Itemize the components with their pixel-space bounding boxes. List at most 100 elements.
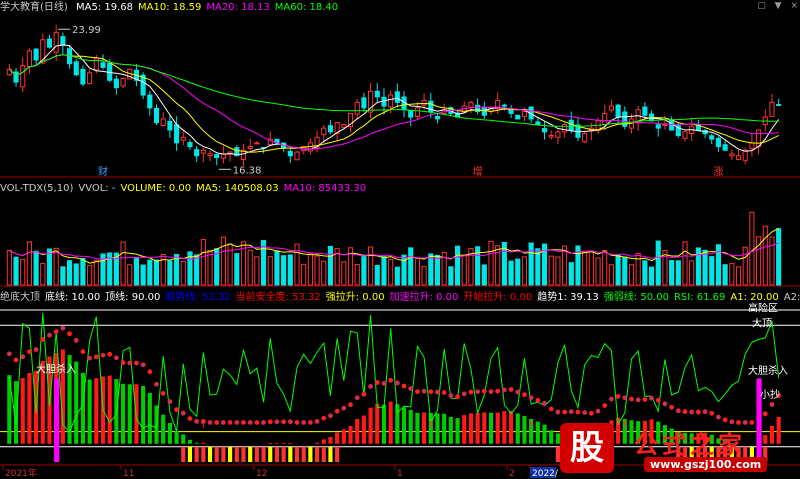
trend-dot bbox=[401, 383, 407, 389]
trend-dot-core bbox=[61, 327, 64, 330]
safety-bar bbox=[361, 415, 366, 444]
safety-bar bbox=[107, 375, 112, 444]
trend-dot-core bbox=[48, 334, 51, 337]
trend-dot-core bbox=[556, 411, 559, 414]
indicator-label-item-1: 底线: 10.00 bbox=[45, 292, 101, 303]
bottom-block bbox=[301, 446, 306, 462]
trend-dot-core bbox=[302, 421, 305, 424]
trend-dot-core bbox=[449, 394, 452, 397]
safety-bar bbox=[495, 412, 500, 444]
trend-dot-core bbox=[102, 354, 104, 357]
trend-dot-core bbox=[21, 355, 24, 358]
indicator-chart[interactable]: ↑ ↑ ↑ ↑高险区大顶大胆杀入 大胆杀入小抄2021年 11 12 1 2 2022/ bbox=[0, 0, 800, 479]
trend-dot bbox=[40, 337, 46, 342]
trend-dot-core bbox=[490, 390, 492, 393]
trend-dot-core bbox=[329, 414, 332, 417]
bottom-block bbox=[321, 446, 326, 462]
trend-dot bbox=[535, 397, 541, 403]
trend-dot-core bbox=[770, 403, 773, 406]
restore-icon[interactable]: ▢ bbox=[757, 1, 766, 11]
trend-dot-core bbox=[597, 410, 600, 413]
trend-dot bbox=[615, 394, 621, 399]
trend-dot-core bbox=[516, 391, 519, 394]
trend-dot bbox=[120, 360, 126, 365]
bottom-block bbox=[261, 446, 266, 462]
bottom-block bbox=[241, 446, 246, 462]
trend-dot bbox=[227, 420, 233, 425]
safety-bar bbox=[127, 384, 132, 444]
annotation-buy-right: 大胆杀入 bbox=[748, 364, 788, 377]
safety-bar bbox=[314, 442, 320, 444]
trend-dot-core bbox=[396, 381, 399, 384]
trend-dot bbox=[762, 411, 768, 417]
trend-dot-core bbox=[115, 356, 118, 359]
trend-dot bbox=[548, 406, 554, 412]
trend-dot bbox=[629, 396, 634, 402]
trend-dot-core bbox=[195, 420, 198, 423]
bottom-block bbox=[254, 446, 259, 462]
safety-bar bbox=[381, 404, 387, 444]
up-arrow-marker: ↑ bbox=[527, 421, 535, 432]
safety-bar bbox=[502, 411, 507, 444]
trend-dot-core bbox=[369, 385, 372, 388]
safety-bar bbox=[549, 430, 554, 444]
ma-label-item-2: MA20: 18.13 bbox=[206, 2, 270, 13]
safety-bar bbox=[401, 407, 407, 444]
safety-bar bbox=[187, 439, 193, 444]
chevron-down-icon[interactable]: ▼ bbox=[775, 1, 782, 11]
safety-bar bbox=[515, 413, 520, 444]
ma-label-item-3: MA60: 18.40 bbox=[274, 2, 339, 13]
trend-dot-core bbox=[409, 387, 412, 390]
ma-label-item-1: MA10: 18.59 bbox=[138, 2, 202, 13]
trend-dot-core bbox=[168, 400, 171, 403]
close-icon[interactable]: × bbox=[790, 1, 798, 11]
safety-bar bbox=[442, 413, 447, 444]
up-arrow-marker: ↑ bbox=[427, 421, 435, 432]
indicator-label-item-4: 当前安全度: 53.32 bbox=[235, 292, 321, 303]
safety-bar bbox=[201, 442, 206, 444]
trend-dot-core bbox=[543, 402, 546, 405]
date-label-2: 12 bbox=[256, 469, 267, 479]
buy-signal-bar bbox=[54, 378, 60, 462]
safety-bar bbox=[448, 416, 453, 444]
safety-bar bbox=[87, 379, 92, 444]
trend-dot-core bbox=[8, 352, 11, 355]
watermark-url: www.gszj100.com bbox=[644, 457, 768, 472]
volume-header: VOL-TDX(5,10) VVOL: - VOLUME: 0.00 MA5: 140… bbox=[0, 182, 371, 195]
bottom-block bbox=[221, 446, 226, 462]
safety-bar bbox=[355, 419, 360, 444]
safety-bar bbox=[422, 412, 427, 444]
volume-label-item-3: MA5: 140508.03 bbox=[196, 183, 279, 194]
trend-dot-core bbox=[356, 396, 359, 399]
safety-bar bbox=[508, 410, 514, 444]
trend-dot bbox=[669, 404, 675, 410]
safety-bar bbox=[161, 414, 166, 444]
ma-label-item-0: MA5: 19.68 bbox=[76, 2, 134, 13]
bottom-block bbox=[187, 446, 193, 462]
safety-bar bbox=[194, 442, 199, 444]
watermark-title: 公式之家 bbox=[634, 431, 746, 459]
safety-bar bbox=[341, 429, 346, 444]
safety-bar bbox=[181, 434, 186, 444]
price-header: 学大教育(日线) MA5: 19.68 MA10: 18.59 MA20: 18.1… bbox=[0, 1, 348, 14]
indicator-header: 绝底大顶 底线: 10.00 顶线: 90.00 趋势线: 53.32 当前安全度: 5… bbox=[0, 291, 800, 304]
trend-dot-core bbox=[463, 392, 466, 395]
trend-dot-core bbox=[209, 421, 212, 424]
safety-bar bbox=[468, 413, 474, 444]
watermark-badge: 股 bbox=[560, 423, 614, 473]
trend-dot bbox=[241, 420, 246, 425]
trend-dot bbox=[588, 410, 594, 416]
bottom-block bbox=[314, 446, 320, 462]
bottom-block bbox=[234, 446, 239, 462]
trend-dot-core bbox=[262, 421, 265, 424]
safety-bar bbox=[167, 422, 172, 444]
trend-dot bbox=[93, 354, 99, 360]
trend-dot-core bbox=[222, 421, 225, 424]
annotation-big-top: 大顶 bbox=[752, 317, 772, 330]
trend-dot bbox=[348, 402, 353, 408]
bottom-block bbox=[288, 446, 293, 462]
trend-dot bbox=[695, 409, 701, 415]
trend-dot-core bbox=[476, 390, 479, 393]
safety-bar bbox=[335, 432, 340, 444]
trend-dot bbox=[187, 416, 193, 421]
